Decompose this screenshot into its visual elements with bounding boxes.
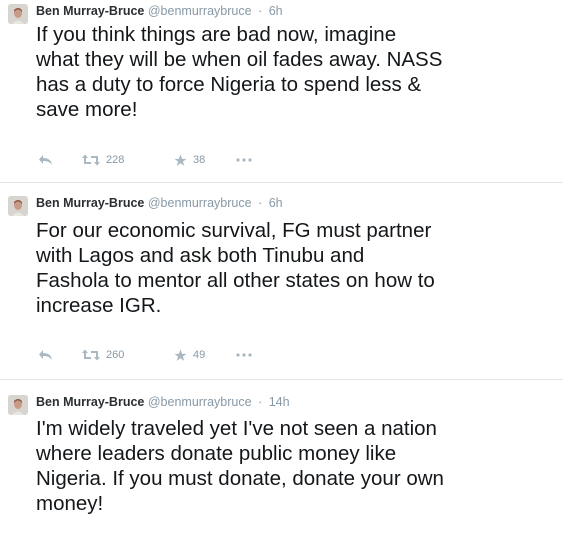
avatar[interactable] [8,395,28,415]
tweet-text: I'm widely traveled yet I've not seen a … [36,417,444,515]
tweet[interactable]: Ben Murray-Bruce @benmurraybruce · 6h If… [0,0,563,182]
author-handle[interactable]: @benmurraybruce [148,4,252,18]
more-button[interactable] [236,158,256,162]
reply-button[interactable] [38,349,82,361]
favorite-button[interactable]: 49 [174,349,236,362]
reply-icon [39,155,52,165]
retweet-icon [82,349,100,361]
tweet-text: If you think things are bad now, imagine… [36,23,443,121]
more-icon [236,158,252,162]
tweet-actions: 260 49 [38,347,256,363]
more-button[interactable] [236,353,256,357]
timestamp[interactable]: 14h [269,395,290,409]
retweet-button[interactable]: 260 [82,349,174,361]
tweet-timeline: Ben Murray-Bruce @benmurraybruce · 6h If… [0,0,563,533]
tweet-actions: 228 38 [38,152,256,168]
avatar[interactable] [8,196,28,216]
retweet-icon [82,154,100,166]
timestamp[interactable]: 6h [269,4,283,18]
tweet-text: For our economic survival, FG must partn… [36,219,435,317]
avatar[interactable] [8,4,28,24]
separator-dot: · [258,4,263,18]
author-name[interactable]: Ben Murray-Bruce [36,4,144,18]
author-handle[interactable]: @benmurraybruce [148,196,252,210]
reply-button[interactable] [38,154,82,166]
retweet-count: 260 [106,349,125,361]
author-handle[interactable]: @benmurraybruce [148,395,252,409]
retweet-count: 228 [106,154,125,166]
favorite-button[interactable]: 38 [174,154,236,167]
tweet-header: Ben Murray-Bruce @benmurraybruce · 14h [36,394,290,410]
star-icon [174,349,187,361]
more-icon [236,353,252,357]
tweet-header: Ben Murray-Bruce @benmurraybruce · 6h [36,3,283,19]
tweet[interactable]: Ben Murray-Bruce @benmurraybruce · 6h Fo… [0,183,563,379]
separator-dot: · [258,196,263,210]
tweet-header: Ben Murray-Bruce @benmurraybruce · 6h [36,195,283,211]
author-name[interactable]: Ben Murray-Bruce [36,395,144,409]
author-name[interactable]: Ben Murray-Bruce [36,196,144,210]
favorite-count: 38 [193,154,206,166]
retweet-button[interactable]: 228 [82,154,174,166]
tweet[interactable]: Ben Murray-Bruce @benmurraybruce · 14h I… [0,380,563,533]
separator-dot: · [258,395,263,409]
star-icon [174,154,187,166]
timestamp[interactable]: 6h [269,196,283,210]
reply-icon [39,350,52,360]
favorite-count: 49 [193,349,206,361]
